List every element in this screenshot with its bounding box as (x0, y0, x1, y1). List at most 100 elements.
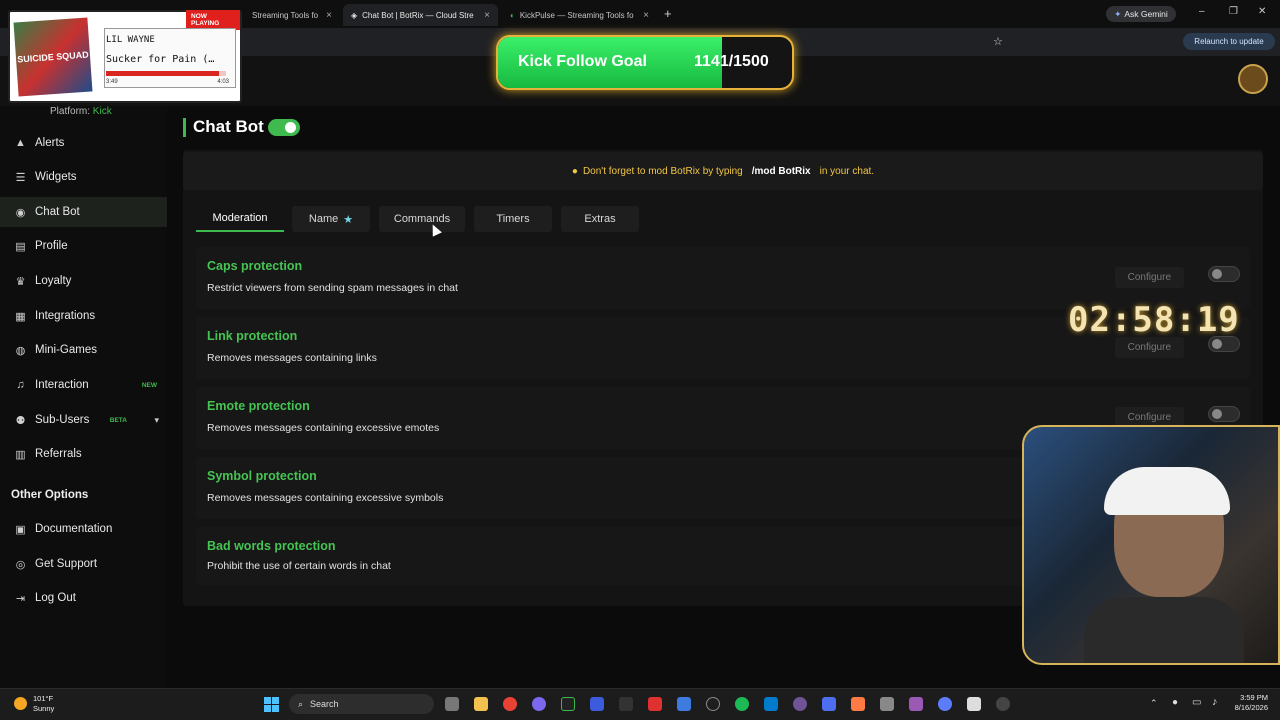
docs-icon: ▣ (15, 523, 26, 536)
webcam-overlay (1022, 425, 1280, 665)
track-title: Sucker for Pain (… (106, 54, 215, 65)
app-icon[interactable] (561, 697, 575, 711)
bookmark-star-icon[interactable]: ☆ (993, 35, 1003, 48)
close-tab-icon[interactable]: × (326, 10, 332, 21)
configure-button[interactable]: Configure (1114, 337, 1184, 358)
taskbar-search[interactable]: ⌕ Search (289, 694, 434, 714)
chrome-icon[interactable] (503, 697, 517, 711)
goal-title: Kick Follow Goal (518, 53, 647, 70)
other-options-heading: Other Options (11, 489, 89, 501)
app-icon[interactable] (677, 697, 691, 711)
gamepad-icon: ◍ (15, 344, 26, 357)
sidebar-item-alerts[interactable]: ▲ Alerts (0, 128, 167, 158)
task-view-icon[interactable] (445, 697, 459, 711)
info-icon: ● (571, 165, 578, 177)
platform-label: Platform: Kick (50, 106, 112, 117)
beta-badge: BETA (109, 416, 127, 424)
track-progress-fill (106, 71, 219, 76)
app-icon[interactable] (996, 697, 1010, 711)
referrals-icon: ▥ (15, 448, 26, 461)
page-title: Chat Bot (193, 117, 264, 136)
terminal-icon[interactable] (619, 697, 633, 711)
configure-button[interactable]: Configure (1114, 267, 1184, 288)
volume-icon[interactable]: ♪ (1212, 696, 1218, 708)
browser-tab[interactable]: Streaming Tools fo × (244, 4, 340, 26)
tab-favicon-icon: ◈ (351, 10, 358, 20)
app-icon[interactable] (938, 697, 952, 711)
tab-moderation[interactable]: Moderation (196, 206, 284, 232)
sidebar-item-profile[interactable]: ▤ Profile (0, 231, 167, 261)
vscode-icon[interactable] (764, 697, 778, 711)
tab-name[interactable]: Name ★ (292, 206, 370, 232)
app-icon[interactable] (532, 697, 546, 711)
relaunch-button[interactable]: Relaunch to update (1183, 33, 1275, 50)
total-time: 4:03 (217, 79, 229, 85)
app-icon[interactable] (590, 697, 604, 711)
github-icon[interactable] (793, 697, 807, 711)
users-icon: ⚉ (15, 414, 26, 427)
windows-start-icon[interactable] (264, 697, 279, 712)
new-tab-icon[interactable]: + (664, 6, 672, 21)
app-icon[interactable] (851, 697, 865, 711)
spotify-icon[interactable] (735, 697, 749, 711)
streamer-cap (1104, 467, 1230, 515)
sidebar-item-sub-users[interactable]: ⚉ Sub-Users BETA ▾ (0, 405, 167, 435)
warning-icon: ▲ (15, 137, 26, 149)
sun-icon (14, 697, 27, 710)
star-icon: ★ (343, 213, 354, 226)
new-badge: NEW (141, 381, 157, 389)
app-icon[interactable] (706, 697, 720, 711)
app-icon[interactable] (967, 697, 981, 711)
chat-bot-toggle[interactable] (268, 119, 300, 136)
chevron-down-icon[interactable]: ▾ (154, 415, 159, 426)
taskbar (0, 688, 1280, 720)
toggle-knob (285, 122, 296, 133)
close-window-icon[interactable]: ✕ (1258, 6, 1266, 17)
sidebar-item-log-out[interactable]: ⇥ Log Out (0, 583, 167, 613)
app-icon[interactable] (909, 697, 923, 711)
tab-favicon-icon: ◐ (510, 10, 515, 20)
chevron-up-icon[interactable]: ⌃ (1150, 698, 1158, 709)
caps-protection-toggle[interactable] (1208, 266, 1240, 282)
search-icon: ⌕ (298, 698, 304, 709)
ask-gemini-button[interactable]: ✦ Ask Gemini (1106, 6, 1176, 22)
app-icon[interactable] (880, 697, 894, 711)
sidebar-item-mini-games[interactable]: ◍ Mini-Games (0, 335, 167, 365)
mod-notice: ● Don't forget to mod BotRix by typing /… (183, 152, 1263, 190)
goal-count: 1141/1500 (694, 53, 769, 70)
streamer-shirt (1084, 597, 1244, 663)
sidebar-item-loyalty[interactable]: ♛ Loyalty (0, 266, 167, 296)
track-card: LIL WAYNE Sucker for Pain (… 3:49 4:03 (104, 28, 236, 88)
sidebar-item-integrations[interactable]: ▦ Integrations (0, 301, 167, 331)
title-accent (183, 118, 186, 137)
close-tab-icon[interactable]: × (484, 10, 490, 21)
sidebar-item-documentation[interactable]: ▣ Documentation (0, 514, 167, 544)
app-icon[interactable] (822, 697, 836, 711)
minimize-icon[interactable]: – (1199, 6, 1205, 17)
album-art: SUICIDE SQUAD (13, 17, 93, 97)
follow-goal-widget: Kick Follow Goal 1141/1500 (496, 35, 794, 90)
sidebar-item-chat-bot[interactable]: ◉ Chat Bot (0, 197, 167, 227)
sidebar-item-get-support[interactable]: ◎ Get Support (0, 549, 167, 579)
browser-tab-active[interactable]: ◈ Chat Bot | BotRix — Cloud Stre × (343, 4, 498, 26)
tab-commands[interactable]: Commands (379, 206, 465, 232)
stream-timer: 02:58:19 (1068, 300, 1240, 340)
sidebar-item-interaction[interactable]: ♫ Interaction NEW (0, 370, 167, 400)
sidebar-item-referrals[interactable]: ▥ Referrals (0, 439, 167, 469)
integrations-icon: ▦ (15, 310, 26, 323)
emote-protection-toggle[interactable] (1208, 406, 1240, 422)
user-avatar[interactable] (1238, 64, 1268, 94)
restore-icon[interactable]: ❐ (1229, 6, 1238, 17)
support-icon: ◎ (15, 558, 26, 571)
app-icon[interactable] (648, 697, 662, 711)
file-explorer-icon[interactable] (474, 697, 488, 711)
weather-widget[interactable]: 101°F Sunny (33, 694, 54, 714)
sidebar-item-widgets[interactable]: ☰ Widgets (0, 162, 167, 192)
close-tab-icon[interactable]: × (643, 10, 649, 21)
tab-timers[interactable]: Timers (474, 206, 552, 232)
taskbar-clock[interactable]: 3:59 PM 8/16/2026 (1230, 693, 1268, 713)
tab-extras[interactable]: Extras (561, 206, 639, 232)
network-icon[interactable]: ▭ (1192, 697, 1201, 708)
browser-tab[interactable]: ◐ KickPulse — Streaming Tools fo × (502, 4, 657, 26)
microphone-icon[interactable]: ● (1172, 697, 1178, 708)
